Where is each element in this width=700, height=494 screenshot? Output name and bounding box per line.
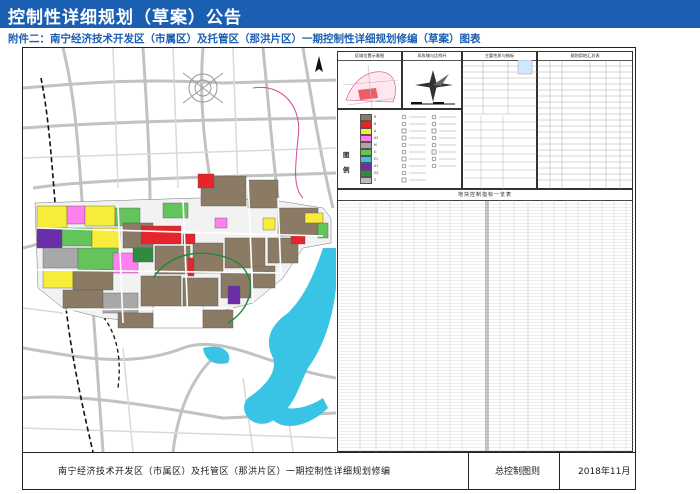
footer-drawing-name: 总控制图则: [495, 467, 541, 477]
north-arrow-icon: [315, 56, 323, 72]
page-title: 控制性详细规划（草案）公告: [8, 8, 242, 28]
wind-rose-panel: 风玫瑰与比例尺: [402, 51, 462, 109]
legend-item-public: A: [360, 127, 376, 135]
land-use-map[interactable]: [23, 48, 336, 452]
page-subtitle: 附件二：南宁经济技术开发区（市属区）及托管区（那洪片区）一期控制性详细规划修编（…: [8, 33, 481, 45]
plan-sheet: 区域位置示意图 风玫瑰与比例尺 主要性质与指标 规划用地汇总表 图例 R B A…: [22, 47, 636, 490]
legend-item-admin: A1: [360, 162, 378, 170]
footer-date: 2018年11月: [578, 467, 631, 477]
legend-item-industrial: M: [360, 141, 377, 149]
indicators-table: [463, 60, 538, 190]
wind-rose-icon: [411, 70, 455, 105]
planning-area: [34, 173, 332, 329]
plot-control-table: 地块控制指标一览表: [337, 189, 634, 453]
legend-item-residential: R: [360, 113, 376, 121]
landuse-summary-panel: 规划用地汇总表: [537, 51, 634, 190]
legend-item-education: A3: [360, 134, 378, 142]
footer-divider: [468, 453, 469, 490]
legend-item-green: G: [360, 148, 376, 156]
legend-item-water: E1: [360, 155, 378, 163]
legend-symbols: [401, 114, 456, 183]
legend-item-green-dark: G2: [360, 169, 379, 177]
legend-item-commercial: B: [360, 120, 376, 128]
banner: 控制性详细规划（草案）公告: [0, 0, 700, 28]
location-panel: 区域位置示意图: [337, 51, 402, 109]
footer-divider: [559, 453, 560, 490]
landuse-summary-table: [538, 60, 634, 190]
footer-bar: 南宁经济技术开发区（市属区）及托管区（那洪片区）一期控制性详细规划修编 总控制图…: [23, 452, 635, 490]
plot-control-grid: [338, 200, 634, 453]
footer-project-name: 南宁经济技术开发区（市属区）及托管区（那洪片区）一期控制性详细规划修编: [58, 467, 391, 477]
legend-item-road: S: [360, 176, 376, 184]
indicators-panel: 主要性质与指标: [462, 51, 538, 190]
location-map: [342, 64, 399, 109]
legend-heading: 图例: [343, 151, 350, 174]
legend-panel: 图例 R B A A3 M G E1 A1 G2 S: [337, 109, 462, 189]
